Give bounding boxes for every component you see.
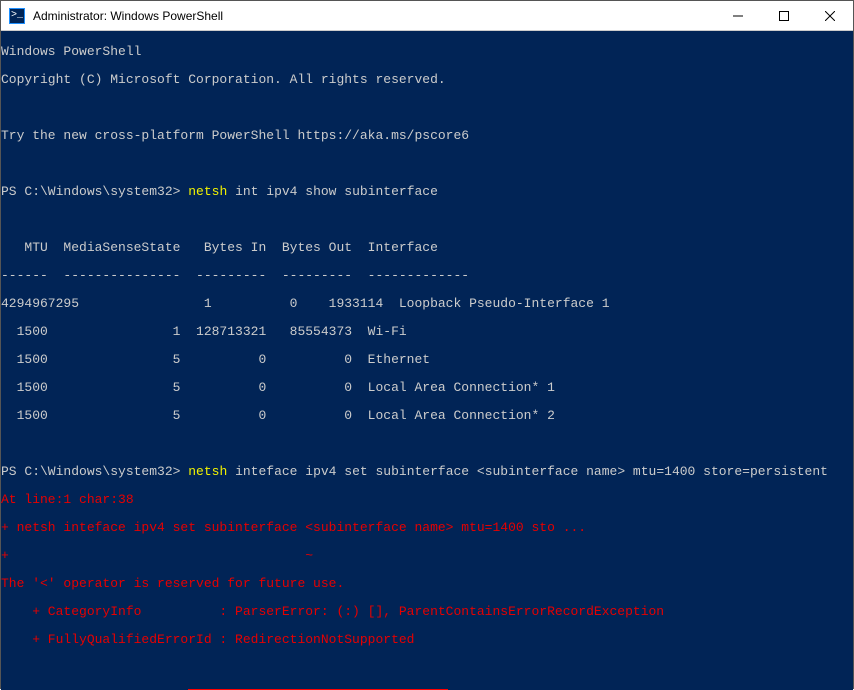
cmd-keyword: netsh xyxy=(188,184,227,199)
table-row: 1500 5 0 0 Local Area Connection* 1 xyxy=(1,381,853,395)
error-line: The '<' operator is reserved for future … xyxy=(1,577,853,591)
maximize-button[interactable] xyxy=(761,1,807,31)
error-line: + FullyQualifiedErrorId : RedirectionNot… xyxy=(1,633,853,647)
terminal[interactable]: Windows PowerShell Copyright (C) Microso… xyxy=(1,31,853,690)
table-row: 1500 5 0 0 Local Area Connection* 2 xyxy=(1,409,853,423)
prompt: PS C:\Windows\system32> xyxy=(1,184,180,199)
error-line: + ~ xyxy=(1,549,853,563)
prompt-line: PS C:\Windows\system32> netsh int ipv4 s… xyxy=(1,185,853,199)
banner-line: Copyright (C) Microsoft Corporation. All… xyxy=(1,73,853,87)
close-button[interactable] xyxy=(807,1,853,31)
powershell-icon: >_ xyxy=(9,8,25,24)
blank-line xyxy=(1,213,853,227)
error-line: + CategoryInfo : ParserError: (:) [], Pa… xyxy=(1,605,853,619)
titlebar[interactable]: >_ Administrator: Windows PowerShell xyxy=(1,1,853,31)
blank-line xyxy=(1,157,853,171)
table-divider: ------ --------------- --------- -------… xyxy=(1,269,853,283)
cmd-keyword: netsh xyxy=(188,464,227,479)
error-line: + netsh inteface ipv4 set subinterface <… xyxy=(1,521,853,535)
table-row: 4294967295 1 0 1933114 Loopback Pseudo-I… xyxy=(1,297,853,311)
blank-line xyxy=(1,661,853,675)
blank-line xyxy=(1,437,853,451)
table-row: 1500 5 0 0 Ethernet xyxy=(1,353,853,367)
prompt-line: PS C:\Windows\system32> netsh inteface i… xyxy=(1,465,853,479)
error-line: At line:1 char:38 xyxy=(1,493,853,507)
try-line: Try the new cross-platform PowerShell ht… xyxy=(1,129,853,143)
banner-line: Windows PowerShell xyxy=(1,45,853,59)
cmd-args: int ipv4 show subinterface xyxy=(227,184,438,199)
table-header: MTU MediaSenseState Bytes In Bytes Out I… xyxy=(1,241,853,255)
cmd-args: inteface ipv4 set subinterface <subinter… xyxy=(227,464,828,479)
prompt: PS C:\Windows\system32> xyxy=(1,464,180,479)
table-row: 1500 1 128713321 85554373 Wi-Fi xyxy=(1,325,853,339)
minimize-button[interactable] xyxy=(715,1,761,31)
blank-line xyxy=(1,101,853,115)
window-title: Administrator: Windows PowerShell xyxy=(31,9,715,23)
